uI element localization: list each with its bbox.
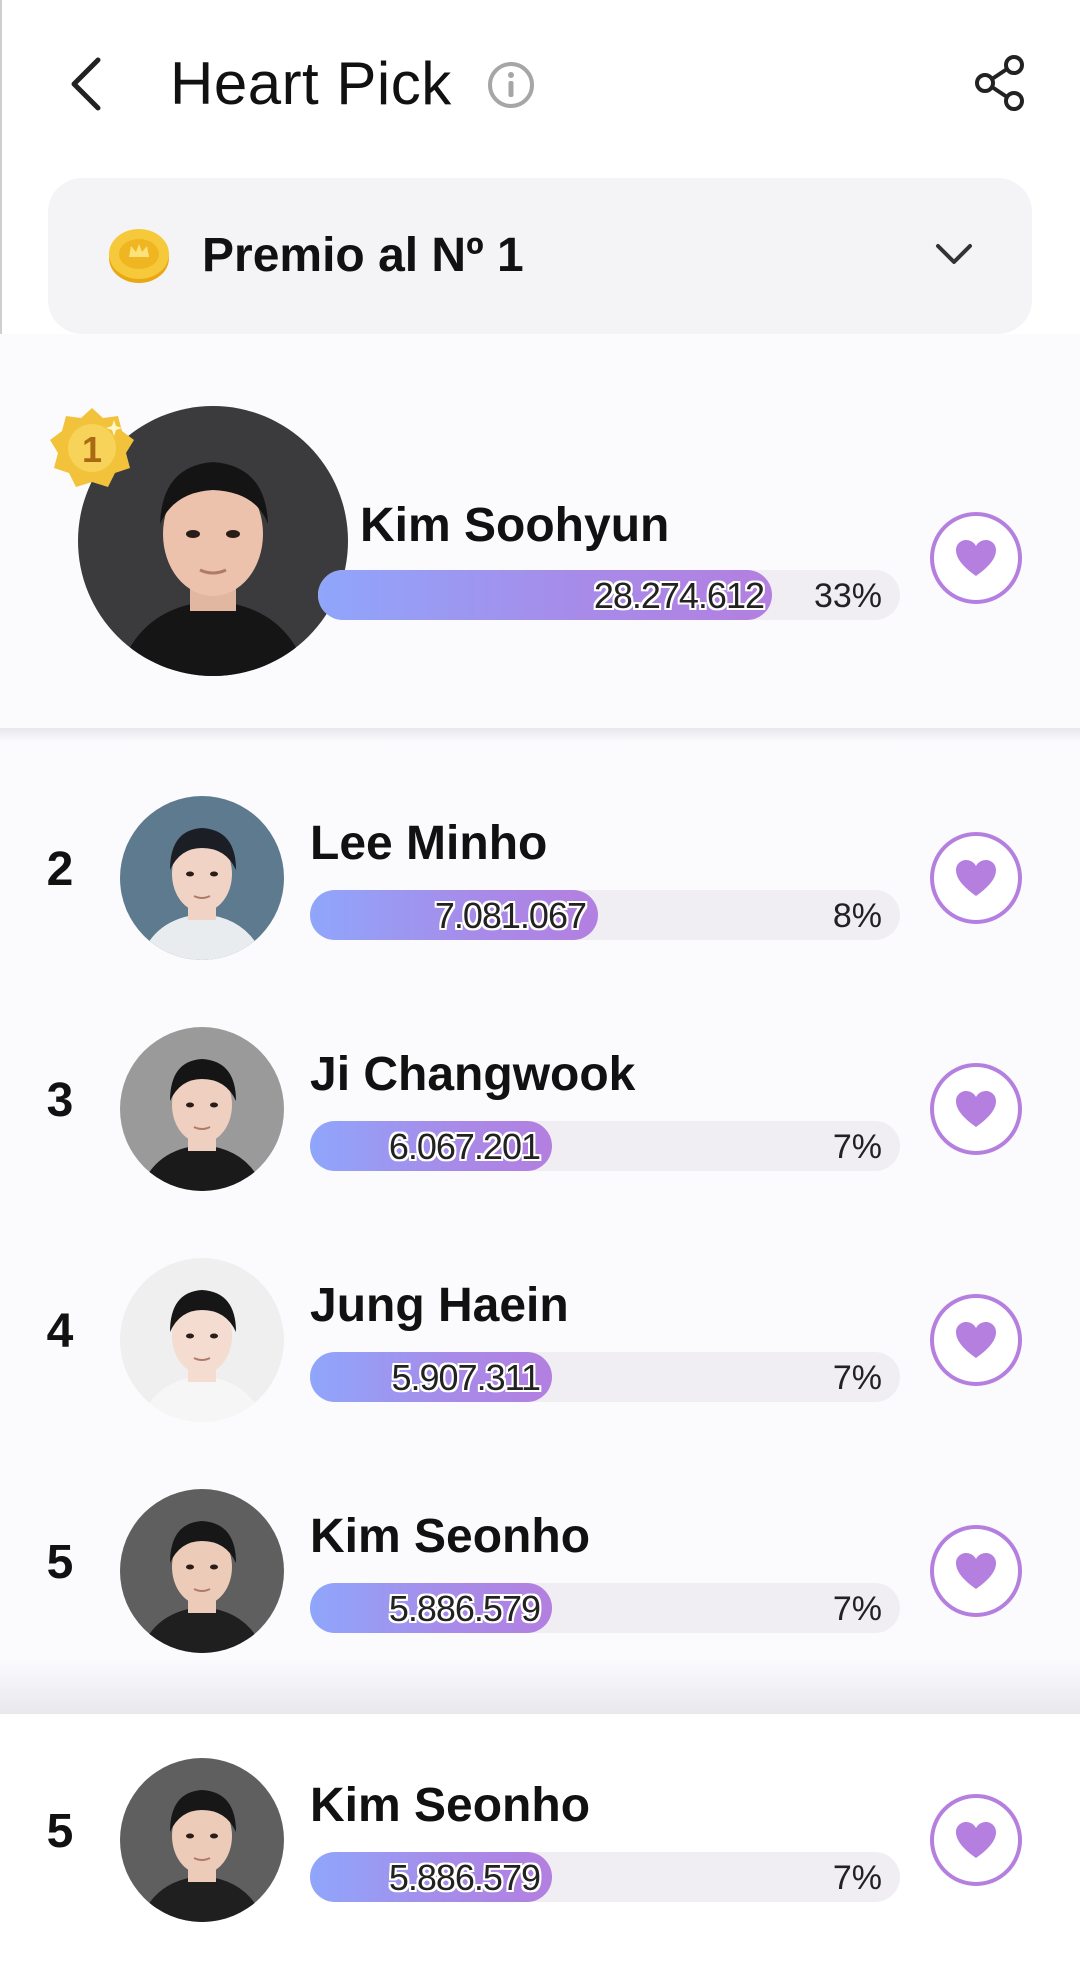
vote-heart-button[interactable]	[930, 832, 1022, 924]
share-icon	[975, 55, 1024, 111]
divider	[0, 728, 1080, 742]
heart-icon	[956, 860, 996, 896]
vote-count: 5.886.579	[388, 1588, 541, 1629]
vote-heart-button[interactable]	[930, 512, 1022, 604]
divider	[0, 1660, 1080, 1714]
app-header: Heart Pick	[0, 0, 1080, 170]
heart-icon	[956, 1553, 996, 1589]
vote-count: 28.274.612	[593, 575, 765, 616]
artist-name: Jung Haein	[310, 1279, 569, 1332]
vote-count: 7.081.067	[434, 895, 587, 936]
vote-count: 5.886.579	[388, 1857, 541, 1898]
artist-name: Kim Soohyun	[360, 499, 670, 552]
avatar	[120, 1258, 284, 1422]
vote-heart-button[interactable]	[930, 1794, 1022, 1886]
first-place-medal-icon: 1	[48, 406, 136, 494]
vote-percent: 7%	[832, 1859, 882, 1897]
avatar	[120, 1489, 284, 1653]
vote-percent: 7%	[832, 1359, 882, 1397]
vote-count: 6.067.201	[388, 1126, 541, 1167]
vote-percent: 33%	[813, 577, 882, 615]
artist-name: Ji Changwook	[310, 1048, 636, 1101]
avatar	[120, 796, 284, 960]
rank-number: 5	[46, 1805, 74, 1858]
heart-icon	[956, 540, 996, 576]
avatar	[120, 1758, 284, 1922]
rank-number: 2	[46, 843, 74, 896]
heart-icon	[956, 1091, 996, 1127]
rank-number: 4	[46, 1305, 74, 1358]
vote-bar: 5.907.311 7%	[310, 1352, 900, 1402]
vote-percent: 8%	[832, 897, 882, 935]
heart-icon	[956, 1322, 996, 1358]
rank-number: 5	[46, 1536, 74, 1589]
svg-text:1: 1	[82, 429, 102, 470]
prize-dropdown[interactable]: Premio al Nº 1	[48, 178, 1032, 334]
vote-bar: 5.886.579 7%	[310, 1583, 900, 1633]
info-icon	[488, 62, 534, 108]
chevron-left-icon	[71, 57, 101, 111]
avatar	[120, 1027, 284, 1191]
chevron-down-icon	[932, 232, 976, 276]
vote-bar: 28.274.612 33%	[318, 570, 900, 620]
page-title: Heart Pick	[170, 50, 452, 117]
vote-heart-button[interactable]	[930, 1525, 1022, 1617]
back-button[interactable]	[58, 52, 114, 116]
vote-bar: 6.067.201 7%	[310, 1121, 900, 1171]
prize-label: Premio al Nº 1	[202, 229, 524, 282]
vote-percent: 7%	[832, 1128, 882, 1166]
vote-bar: 7.081.067 8%	[310, 890, 900, 940]
vote-bar: 5.886.579 7%	[310, 1852, 900, 1902]
artist-name: Lee Minho	[310, 817, 548, 870]
heart-icon	[956, 1822, 996, 1858]
rank-number: 3	[46, 1074, 74, 1127]
vote-percent: 7%	[832, 1590, 882, 1628]
vote-heart-button[interactable]	[930, 1063, 1022, 1155]
share-button[interactable]	[970, 52, 1032, 114]
vote-count: 5.907.311	[391, 1357, 541, 1398]
artist-name: Kim Seonho	[310, 1779, 591, 1832]
info-button[interactable]	[486, 60, 536, 110]
artist-name: Kim Seonho	[310, 1510, 591, 1563]
gold-coin-icon	[106, 224, 172, 286]
vote-heart-button[interactable]	[930, 1294, 1022, 1386]
